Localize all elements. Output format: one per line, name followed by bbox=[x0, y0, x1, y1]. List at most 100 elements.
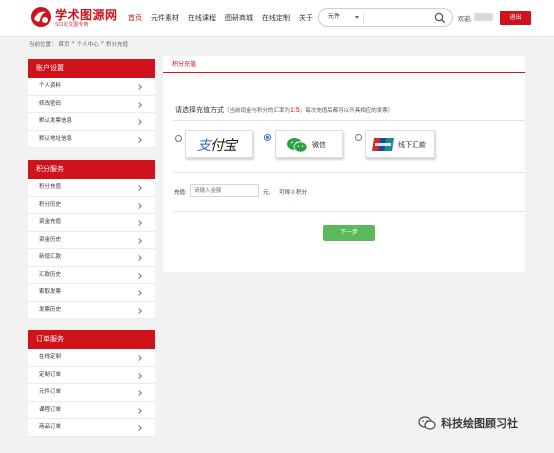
sidebar-item-label: 新增汇款 bbox=[39, 254, 62, 260]
sidebar-item-label: 个人资料 bbox=[39, 83, 62, 89]
sidebar-points-title: 积分服务 bbox=[28, 160, 155, 179]
nav-components[interactable]: 元件素材 bbox=[151, 12, 179, 25]
sidebar-account: 账户设置 个人资料 修改密码 默认发票信息 默认地址信息 bbox=[28, 59, 155, 148]
sidebar-item-request-invoice[interactable]: 索取发票 bbox=[28, 284, 155, 302]
sidebar-item-remittance-history[interactable]: 汇款历史 bbox=[28, 267, 155, 284]
sidebar-item-default-address[interactable]: 默认地址信息 bbox=[28, 131, 155, 148]
divider bbox=[173, 172, 525, 173]
chevron-right-icon bbox=[136, 84, 142, 90]
exchange-note-prefix: （当前现金与积分的汇率为 bbox=[224, 108, 291, 114]
chevron-right-icon bbox=[136, 307, 142, 314]
chevron-right-icon bbox=[136, 101, 142, 108]
sidebar-item-label: 商品订单 bbox=[39, 424, 62, 430]
payment-method-title: 请选择充值方式（当前现金与积分的汇率为1:5；每次充值后都可以开具相应的发票） bbox=[175, 105, 393, 115]
points-preview: 可得 0 积分 bbox=[279, 188, 307, 196]
wechat-label: 微信 bbox=[312, 142, 326, 149]
breadcrumb-current: 积分充值 bbox=[105, 42, 128, 48]
sidebar-item-funds-recharge[interactable]: 资金充值 bbox=[28, 214, 155, 232]
next-step-button[interactable]: 下一步 bbox=[323, 225, 375, 241]
sidebar-item-default-invoice[interactable]: 默认发票信息 bbox=[28, 113, 155, 131]
payment-option-wechat[interactable]: 微信 bbox=[275, 130, 343, 158]
search-box: 元件 bbox=[318, 8, 453, 27]
sidebar-item-product-orders[interactable]: 商品订单 bbox=[28, 419, 155, 437]
sidebar-item-profile[interactable]: 个人资料 bbox=[28, 78, 155, 96]
logout-button[interactable]: 退出 bbox=[500, 11, 531, 25]
chevron-right-icon bbox=[136, 119, 142, 125]
chevron-right-icon bbox=[136, 220, 142, 226]
divider bbox=[173, 120, 525, 121]
sidebar-item-label: 发票历史 bbox=[39, 306, 62, 313]
radio-offline[interactable] bbox=[355, 134, 362, 141]
sidebar-account-title: 账户设置 bbox=[28, 59, 155, 78]
search-icon[interactable] bbox=[434, 12, 446, 24]
main-nav: 首页 元件素材 在线课程 图研商城 在线定制 关于 bbox=[128, 12, 322, 25]
search-input[interactable] bbox=[367, 11, 429, 24]
exchange-ratio: 1:5 bbox=[290, 107, 300, 114]
offline-transfer-label: 线下汇款 bbox=[398, 142, 426, 149]
breadcrumb-separator: > bbox=[100, 40, 104, 46]
nav-about[interactable]: 关于 bbox=[299, 12, 313, 25]
nav-shop[interactable]: 图研商城 bbox=[225, 12, 253, 25]
payment-option-alipay[interactable]: 支付宝 bbox=[185, 130, 253, 158]
sidebar-item-points-history[interactable]: 积分历史 bbox=[28, 197, 155, 214]
chevron-right-icon bbox=[136, 202, 142, 209]
chevron-right-icon bbox=[136, 390, 142, 396]
sidebar-item-label: 元件订单 bbox=[39, 389, 62, 395]
watermark-text: 科技绘图顾习社 bbox=[441, 418, 518, 430]
sidebar-item-points-recharge[interactable]: 积分充值 bbox=[28, 179, 155, 197]
sidebar-item-course-orders[interactable]: 课程订单 bbox=[28, 402, 155, 419]
chevron-right-icon bbox=[136, 407, 142, 414]
breadcrumb-user-center[interactable]: 个人中心 bbox=[77, 40, 99, 48]
amount-unit: 元, bbox=[263, 190, 271, 196]
sidebar-item-label: 积分历史 bbox=[39, 201, 62, 208]
sidebar-item-label: 在线定制 bbox=[39, 354, 62, 360]
chevron-right-icon bbox=[136, 255, 142, 261]
sidebar-item-label: 资金充值 bbox=[39, 219, 62, 225]
recharge-panel: 积分充值 请选择充值方式（当前现金与积分的汇率为1:5；每次充值后都可以开具相应… bbox=[163, 56, 525, 272]
chevron-right-icon bbox=[136, 185, 142, 191]
chevron-right-icon bbox=[136, 425, 142, 431]
watermark: 科技绘图顾习社 bbox=[418, 415, 518, 431]
sidebar-item-label: 默认地址信息 bbox=[39, 135, 73, 142]
sidebar-item-new-remittance[interactable]: 新增汇款 bbox=[28, 249, 155, 267]
alipay-logo: 支付宝 bbox=[197, 135, 237, 155]
chevron-down-icon[interactable] bbox=[355, 16, 359, 19]
sidebar-item-label: 积分充值 bbox=[39, 184, 62, 190]
sidebar-item-label: 课程订单 bbox=[39, 406, 62, 413]
sidebar-item-funds-history[interactable]: 资金历史 bbox=[28, 232, 155, 249]
sidebar-item-label: 默认发票信息 bbox=[39, 118, 73, 124]
radio-alipay[interactable] bbox=[175, 135, 182, 142]
logo-subtitle: SCI论文图专用 bbox=[55, 22, 89, 28]
sidebar-item-component-orders[interactable]: 元件订单 bbox=[28, 384, 155, 402]
radio-wechat[interactable] bbox=[264, 134, 271, 141]
breadcrumb-home[interactable]: 首页 bbox=[59, 40, 70, 48]
payment-method-heading: 请选择充值方式 bbox=[175, 107, 224, 114]
sidebar-points: 积分服务 积分充值 积分历史 资金充值 资金历史 新增汇款 汇款历史 索取发票 … bbox=[28, 160, 155, 319]
chevron-right-icon bbox=[136, 136, 142, 143]
chevron-right-icon bbox=[136, 372, 142, 379]
points-preview-value: 0 bbox=[291, 190, 295, 196]
sidebar-item-change-password[interactable]: 修改密码 bbox=[28, 96, 155, 113]
sidebar-orders-title: 订单服务 bbox=[28, 330, 155, 349]
sidebar-orders: 订单服务 在线定制 定制订单 元件订单 课程订单 商品订单 bbox=[28, 330, 155, 437]
search-divider bbox=[363, 13, 364, 23]
payment-option-offline[interactable]: 线下汇款 bbox=[365, 130, 435, 158]
points-preview-prefix: 可得 bbox=[279, 190, 291, 196]
site-logo[interactable]: 学术图源网 SCI论文图专用 bbox=[29, 5, 121, 31]
nav-custom[interactable]: 在线定制 bbox=[262, 12, 290, 25]
nav-home[interactable]: 首页 bbox=[128, 12, 142, 25]
amount-label: 充值: bbox=[174, 190, 187, 196]
sidebar-item-custom-orders[interactable]: 定制订单 bbox=[28, 367, 155, 384]
divider bbox=[173, 211, 525, 212]
amount-input[interactable] bbox=[190, 184, 259, 197]
nav-courses[interactable]: 在线课程 bbox=[188, 12, 216, 25]
chevron-right-icon bbox=[136, 272, 142, 279]
breadcrumb: 当前位置： 首页 > 个人中心 > 积分充值 bbox=[29, 40, 130, 48]
sidebar-item-online-custom[interactable]: 在线定制 bbox=[28, 349, 155, 367]
search-category-select[interactable]: 元件 bbox=[328, 9, 340, 26]
user-name-redacted[interactable] bbox=[474, 13, 493, 21]
tab-points-recharge[interactable]: 积分充值 bbox=[172, 59, 196, 68]
sidebar-item-invoice-history[interactable]: 发票历史 bbox=[28, 302, 155, 319]
logo-mark-icon bbox=[31, 7, 51, 27]
top-header: 学术图源网 SCI论文图专用 首页 元件素材 在线课程 图研商城 在线定制 关于… bbox=[0, 0, 554, 37]
